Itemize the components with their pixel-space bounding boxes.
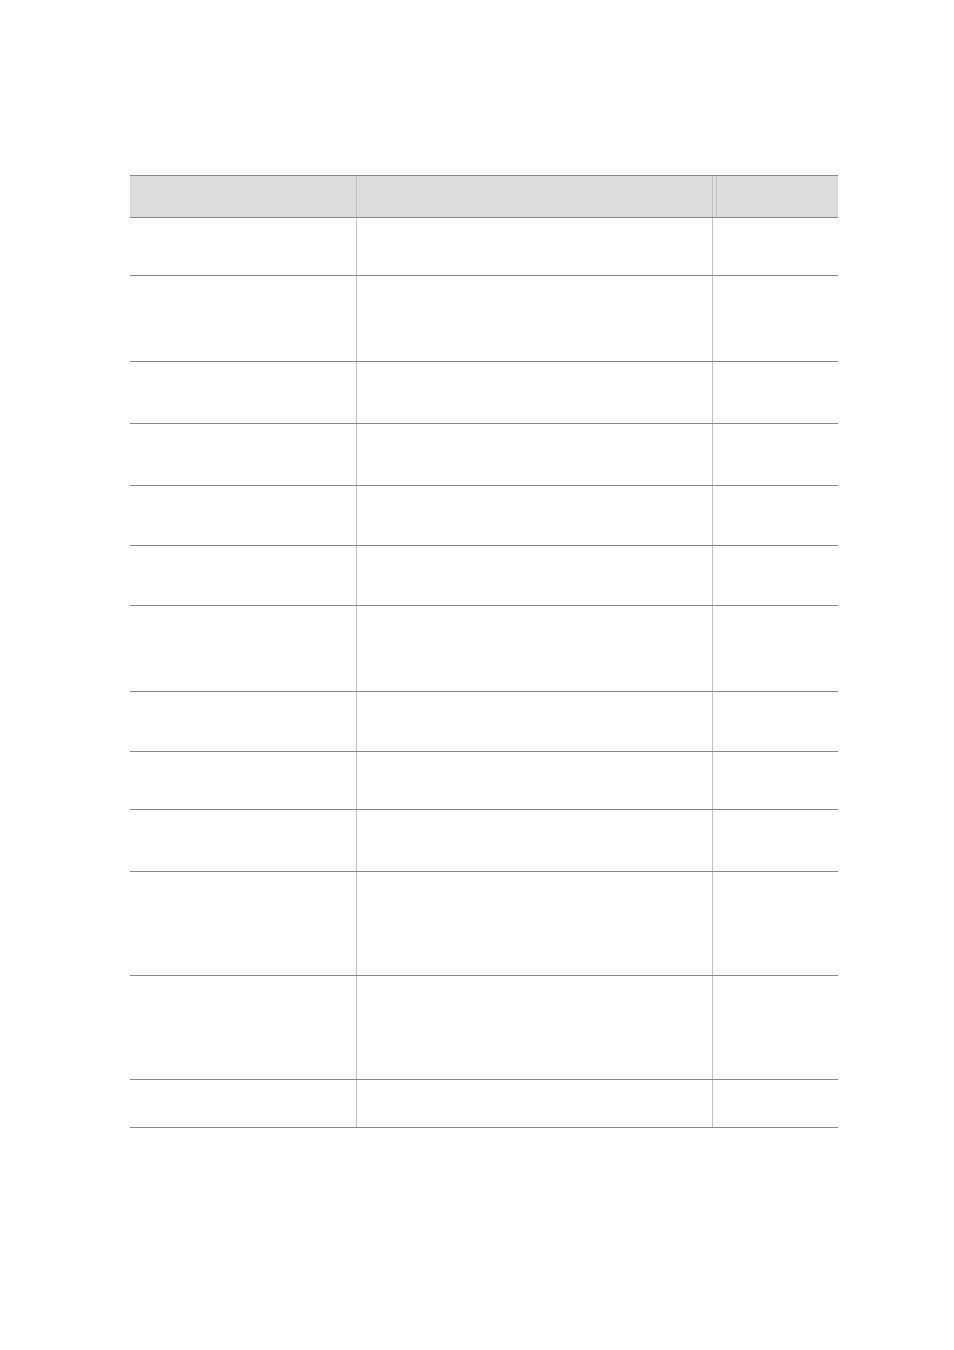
table-cell <box>130 546 356 606</box>
table-cell <box>130 276 356 362</box>
table-cell <box>130 424 356 486</box>
table-cell <box>356 752 712 810</box>
table-cell <box>130 362 356 424</box>
table-cell <box>356 872 712 976</box>
table-cell <box>712 692 838 752</box>
table-cell <box>356 218 712 276</box>
table-cell <box>356 362 712 424</box>
table-row <box>130 546 838 606</box>
table-row <box>130 1080 838 1128</box>
table-cell <box>712 424 838 486</box>
table-cell <box>356 810 712 872</box>
table-cell <box>712 486 838 546</box>
table-cell <box>130 692 356 752</box>
table-cell <box>712 1080 838 1128</box>
table-row <box>130 606 838 692</box>
table-cell <box>712 218 838 276</box>
table-cell <box>712 606 838 692</box>
table-header-cell <box>712 176 838 218</box>
table-row <box>130 810 838 872</box>
table-cell <box>130 976 356 1080</box>
table-cell <box>130 872 356 976</box>
table-cell <box>130 752 356 810</box>
table-cell <box>712 976 838 1080</box>
table-row <box>130 976 838 1080</box>
table-cell <box>712 362 838 424</box>
table-cell <box>356 546 712 606</box>
table-cell <box>130 810 356 872</box>
table-row <box>130 872 838 976</box>
table-cell <box>356 976 712 1080</box>
table-body <box>130 218 838 1128</box>
table-cell <box>356 692 712 752</box>
table-row <box>130 276 838 362</box>
table-cell <box>712 810 838 872</box>
table-cell <box>712 752 838 810</box>
table-row <box>130 692 838 752</box>
table-cell <box>130 606 356 692</box>
table-cell <box>356 1080 712 1128</box>
table-cell <box>356 486 712 546</box>
table-cell <box>356 276 712 362</box>
table-cell <box>130 218 356 276</box>
table-header-cell <box>130 176 356 218</box>
table-cell <box>130 1080 356 1128</box>
table-row <box>130 486 838 546</box>
table-cell <box>130 486 356 546</box>
table-container <box>130 175 838 1128</box>
table-row <box>130 362 838 424</box>
table-cell <box>356 606 712 692</box>
table-row <box>130 424 838 486</box>
table-header-cell <box>356 176 712 218</box>
data-table <box>130 175 838 1128</box>
table-row <box>130 752 838 810</box>
table-cell <box>712 872 838 976</box>
table-row <box>130 218 838 276</box>
table-cell <box>356 424 712 486</box>
table-cell <box>712 276 838 362</box>
table-header-row <box>130 176 838 218</box>
table-cell <box>712 546 838 606</box>
